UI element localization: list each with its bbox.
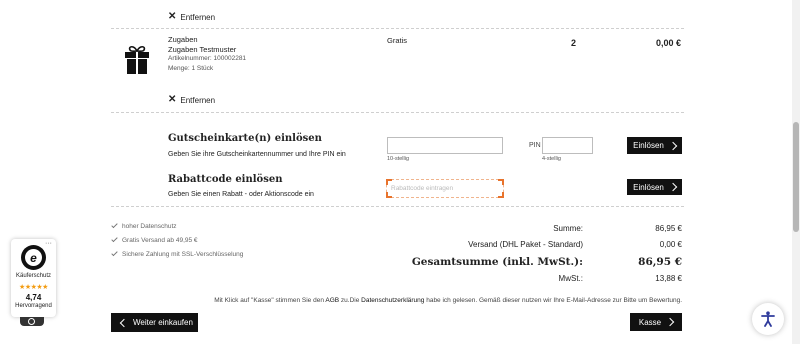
discount-description: Geben Sie einen Rabatt - oder Aktionscod…: [168, 191, 314, 198]
voucher-code-hint: 10-stellig: [387, 156, 410, 162]
item-quantity-text: Menge: 1 Stück: [168, 65, 214, 72]
subtotal-label: Summe:: [553, 224, 583, 233]
divider: [111, 112, 684, 113]
privacy-link[interactable]: Datenschutzerklärung: [361, 297, 424, 304]
legal-text: Mit Klick auf "Kasse" stimmen Sie den AG…: [214, 297, 682, 304]
voucher-description: Geben Sie ihre Gutscheinkartennummer und…: [168, 151, 346, 158]
item-article-number: Artikelnummer: 100002281: [168, 55, 247, 62]
item-total: 0,00 €: [655, 38, 681, 48]
check-icon: [111, 235, 118, 243]
badge-title: Käuferschutz: [15, 273, 52, 279]
shipping-value: 0,00 €: [659, 240, 682, 249]
discount-code-input-wrapper[interactable]: Rabattcode eintragen: [386, 179, 504, 198]
redeem-voucher-button[interactable]: Einlösen: [627, 137, 682, 154]
scrollbar[interactable]: [792, 0, 800, 344]
check-icon: [111, 249, 118, 257]
scrollbar-thumb[interactable]: [793, 122, 799, 232]
chevron-icon: [28, 318, 35, 325]
item-price: Gratis: [387, 36, 408, 45]
check-icon: [111, 221, 118, 229]
pin-hint: 4-stellig: [542, 156, 561, 162]
shipping-label: Versand (DHL Paket - Standard): [468, 240, 583, 249]
trusted-shops-badge[interactable]: ··· e Käuferschutz ★★★★★ 4,74 Hervorrage…: [11, 239, 56, 317]
remove-item-button[interactable]: ✕ Entfernen: [168, 95, 215, 105]
voucher-title: Gutscheinkarte(n) einlösen: [168, 133, 322, 144]
trusted-shops-e-icon: e: [25, 249, 42, 266]
vat-value: 13,88 €: [655, 274, 682, 283]
continue-shopping-button[interactable]: Weiter einkaufen: [111, 313, 198, 332]
agb-link[interactable]: AGB: [325, 297, 339, 304]
badge-rating-text: Hervorragend: [15, 303, 52, 309]
discount-title: Rabattcode einlösen: [168, 174, 283, 185]
chevron-right-icon: [668, 141, 678, 150]
trust-point-shipping: Gratis Versand ab 49,95 €: [111, 235, 198, 244]
badge-toggle-tab[interactable]: [20, 317, 44, 326]
discount-code-input[interactable]: Rabattcode eintragen: [391, 185, 453, 192]
item-quantity[interactable]: 2: [571, 38, 576, 48]
divider: [111, 206, 684, 207]
redeem-discount-button[interactable]: Einlösen: [627, 179, 682, 195]
trusted-shops-logo: e: [21, 245, 46, 270]
chevron-right-icon: [668, 182, 678, 192]
focus-corner: [498, 192, 504, 198]
checkout-button[interactable]: Kasse: [630, 313, 682, 331]
total-value: 86,95 €: [638, 256, 682, 268]
star-rating-icon: ★★★★★: [19, 284, 48, 291]
subtotal-value: 86,95 €: [655, 224, 682, 233]
focus-corner: [498, 179, 504, 185]
pin-label: PIN: [529, 142, 541, 149]
trust-point-privacy: hoher Datenschutz: [111, 221, 177, 230]
badge-more-icon[interactable]: ···: [45, 240, 52, 247]
accessibility-icon: [761, 311, 775, 327]
gift-icon: [124, 44, 150, 74]
voucher-code-input[interactable]: [387, 137, 503, 154]
accessibility-button[interactable]: [752, 303, 784, 335]
chevron-right-icon: [665, 317, 675, 327]
vat-label: MwSt.:: [558, 274, 583, 283]
focus-corner: [386, 192, 392, 198]
pin-input[interactable]: [542, 137, 593, 154]
divider: [111, 28, 684, 29]
close-icon: ✕: [168, 94, 177, 105]
item-category: Zugaben: [168, 35, 198, 44]
remove-item-button[interactable]: ✕ Entfernen: [168, 12, 215, 22]
chevron-left-icon: [119, 318, 129, 327]
total-label: Gesamtsumme (inkl. MwSt.):: [411, 256, 583, 268]
trust-point-ssl: Sichere Zahlung mit SSL-Verschlüsselung: [111, 249, 243, 258]
item-name: Zugaben Testmuster: [168, 45, 237, 54]
badge-rating: 4,74: [25, 293, 42, 302]
close-icon: ✕: [168, 11, 177, 22]
